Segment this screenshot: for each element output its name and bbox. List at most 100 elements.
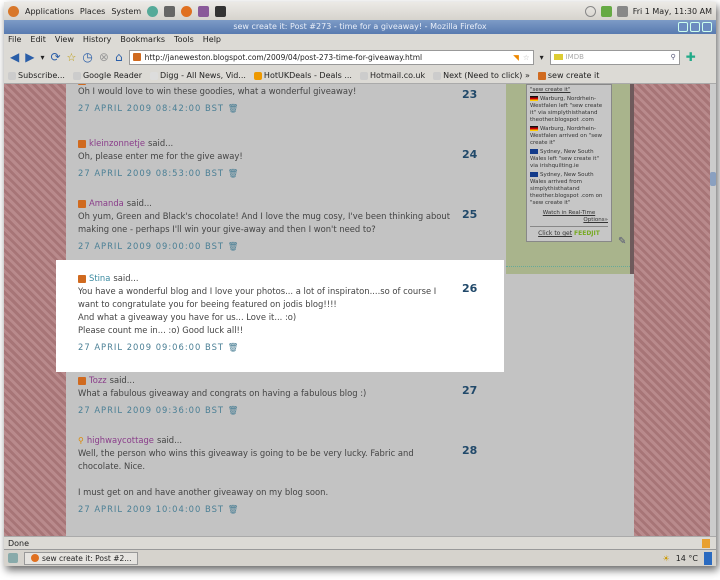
imdb-engine-icon[interactable]	[553, 54, 563, 60]
menu-help[interactable]: Help	[203, 34, 221, 46]
volume-icon[interactable]	[616, 5, 628, 17]
system-menu[interactable]: System	[111, 7, 141, 16]
tools-icon[interactable]: ✎	[618, 236, 626, 247]
menu-history[interactable]: History	[83, 34, 111, 46]
comment-author[interactable]: kleinzonnetje	[89, 137, 145, 150]
url-bar[interactable]: http://janeweston.blogspot.com/2009/04/p…	[128, 49, 534, 65]
show-desktop-icon[interactable]	[8, 553, 18, 563]
magnifier-icon[interactable]: ⚲	[670, 53, 675, 61]
comment-date[interactable]: 27 APRIL 2009 09:06:00 BST	[78, 342, 224, 352]
weather-temp[interactable]: 14 °C	[676, 554, 698, 563]
menu-edit[interactable]: Edit	[30, 34, 46, 46]
close-button[interactable]	[702, 22, 712, 32]
power-icon[interactable]	[584, 5, 596, 17]
comment-number: 24	[462, 148, 478, 161]
page-icon	[8, 71, 16, 80]
menu-bar: File Edit View History Bookmarks Tools H…	[4, 34, 716, 46]
terminal-launcher-icon[interactable]	[215, 5, 227, 17]
trash-icon[interactable]: 🗑	[228, 241, 240, 251]
status-bar: Done	[4, 536, 716, 549]
clock[interactable]: Fri 1 May, 11:30 AM	[633, 7, 712, 16]
comment-date[interactable]: 27 APRIL 2009 08:42:00 BST	[78, 103, 224, 113]
history-clock-icon[interactable]: ◷	[82, 50, 92, 64]
home-icon[interactable]: ⌂	[115, 50, 123, 64]
bookmark-item[interactable]: Google Reader	[72, 71, 142, 80]
feedjit-options-link[interactable]: Options»	[583, 217, 608, 223]
page-icon	[72, 71, 81, 80]
rss-icon[interactable]: ◥	[513, 53, 519, 62]
minimize-button[interactable]	[678, 22, 688, 32]
comment: Stina said... You have a wonderful blog a…	[78, 272, 498, 354]
australia-flag-icon	[530, 149, 538, 154]
comment-author[interactable]: Amanda	[89, 197, 124, 210]
applications-menu[interactable]: Applications	[25, 7, 74, 16]
bookmark-item[interactable]: sew create it	[537, 71, 599, 80]
comment-author[interactable]: Stina	[89, 272, 110, 285]
menu-file[interactable]: File	[8, 34, 21, 46]
menu-bookmarks[interactable]: Bookmarks	[120, 34, 165, 46]
feedjit-entry: Warburg, Nordrhein-Westfalen arrived on …	[530, 126, 603, 146]
url-dropdown-icon[interactable]: ▾	[540, 53, 544, 62]
comment-date[interactable]: 27 APRIL 2009 10:04:00 BST	[78, 504, 224, 514]
menu-view[interactable]: View	[55, 34, 74, 46]
launcher-icon[interactable]	[147, 5, 159, 17]
star-icon[interactable]: ☆	[523, 53, 530, 62]
sidebar: "sew create it" Warburg, Nordrhein-Westf…	[506, 84, 630, 274]
back-icon[interactable]: ◀	[10, 50, 19, 64]
comment: Amanda said... Oh yum, Green and Black's …	[78, 197, 498, 253]
launcher-icon[interactable]	[198, 5, 210, 17]
watch-realtime-link[interactable]: Watch in Real-Time	[543, 210, 595, 216]
menu-tools[interactable]: Tools	[174, 34, 194, 46]
taskbar: sew create it: Post #2... ☀ 14 °C	[4, 549, 716, 566]
vertical-scrollbar[interactable]	[710, 84, 716, 536]
history-dropdown-icon[interactable]: ▾	[40, 53, 44, 62]
comment-text: And what a giveaway you have for us... L…	[78, 312, 297, 322]
comment-number: 25	[462, 208, 478, 221]
feedjit-widget: "sew create it" Warburg, Nordrhein-Westf…	[526, 84, 612, 242]
ubuntu-logo-icon[interactable]	[8, 5, 19, 17]
comment-date[interactable]: 27 APRIL 2009 09:36:00 BST	[78, 405, 224, 415]
firefox-window: Applications Places System Fri 1 May, 11…	[4, 2, 716, 566]
reload-icon[interactable]: ⟳	[50, 50, 60, 64]
trash-icon[interactable]: 🗑	[228, 103, 240, 113]
page-content: "sew create it" Warburg, Nordrhein-Westf…	[4, 84, 710, 536]
network-icon[interactable]	[600, 5, 612, 17]
feedjit-link[interactable]: "sew create it"	[530, 87, 570, 93]
comment-date[interactable]: 27 APRIL 2009 09:00:00 BST	[78, 241, 224, 251]
bookmark-icon[interactable]: ☆	[67, 51, 77, 64]
comment-text: You have a wonderful blog and I love you…	[78, 286, 437, 309]
places-menu[interactable]: Places	[80, 7, 105, 16]
addon-icon[interactable]: ✚	[686, 50, 696, 64]
scrollbar-thumb[interactable]	[710, 172, 716, 186]
blogger-icon	[78, 274, 86, 283]
search-placeholder: IMDB	[565, 53, 584, 61]
bookmark-item[interactable]: Digg - All News, Vid...	[150, 71, 246, 80]
search-input[interactable]: IMDB ⚲	[549, 49, 680, 65]
bookmark-item[interactable]: Hotmail.co.uk	[359, 71, 425, 80]
comment: ⚲ highwaycottage said... Well, the person …	[78, 434, 498, 516]
launcher-icon[interactable]	[164, 5, 176, 17]
feedjit-logo[interactable]: FEEDJIT	[574, 230, 600, 237]
bookmark-item[interactable]: HotUKDeals - Deals ...	[253, 71, 352, 80]
comment-date[interactable]: 27 APRIL 2009 08:53:00 BST	[78, 168, 224, 178]
comment-text: Oh I would love to win these goodies, wh…	[78, 86, 357, 96]
bookmarks-toolbar: Subscribe... Google Reader Digg - All Ne…	[4, 68, 716, 84]
comment-author[interactable]: highwaycottage	[87, 434, 154, 447]
trash-icon[interactable]: 🗑	[228, 405, 240, 415]
stop-icon[interactable]: ⊗	[99, 50, 109, 64]
url-text[interactable]: http://janeweston.blogspot.com/2009/04/p…	[145, 53, 423, 62]
weather-icon[interactable]: ☀	[663, 554, 670, 563]
get-feedjit-link[interactable]: Click to get	[538, 230, 572, 237]
trash-icon[interactable]: 🗑	[228, 504, 240, 514]
bookmark-item[interactable]: Subscribe...	[8, 71, 65, 80]
comment-author[interactable]: Tozz	[89, 374, 107, 387]
workspace-switcher[interactable]	[704, 551, 712, 565]
trash-icon[interactable]: 🗑	[228, 168, 240, 178]
forward-icon[interactable]: ▶	[25, 50, 34, 64]
bookmark-item[interactable]: Next (Need to click) »	[433, 71, 530, 80]
maximize-button[interactable]	[690, 22, 700, 32]
trash-icon[interactable]: 🗑	[228, 342, 240, 352]
taskbar-firefox-item[interactable]: sew create it: Post #2...	[24, 551, 139, 565]
firefox-launcher-icon[interactable]	[181, 5, 193, 17]
addon-status-icon[interactable]	[702, 539, 710, 548]
